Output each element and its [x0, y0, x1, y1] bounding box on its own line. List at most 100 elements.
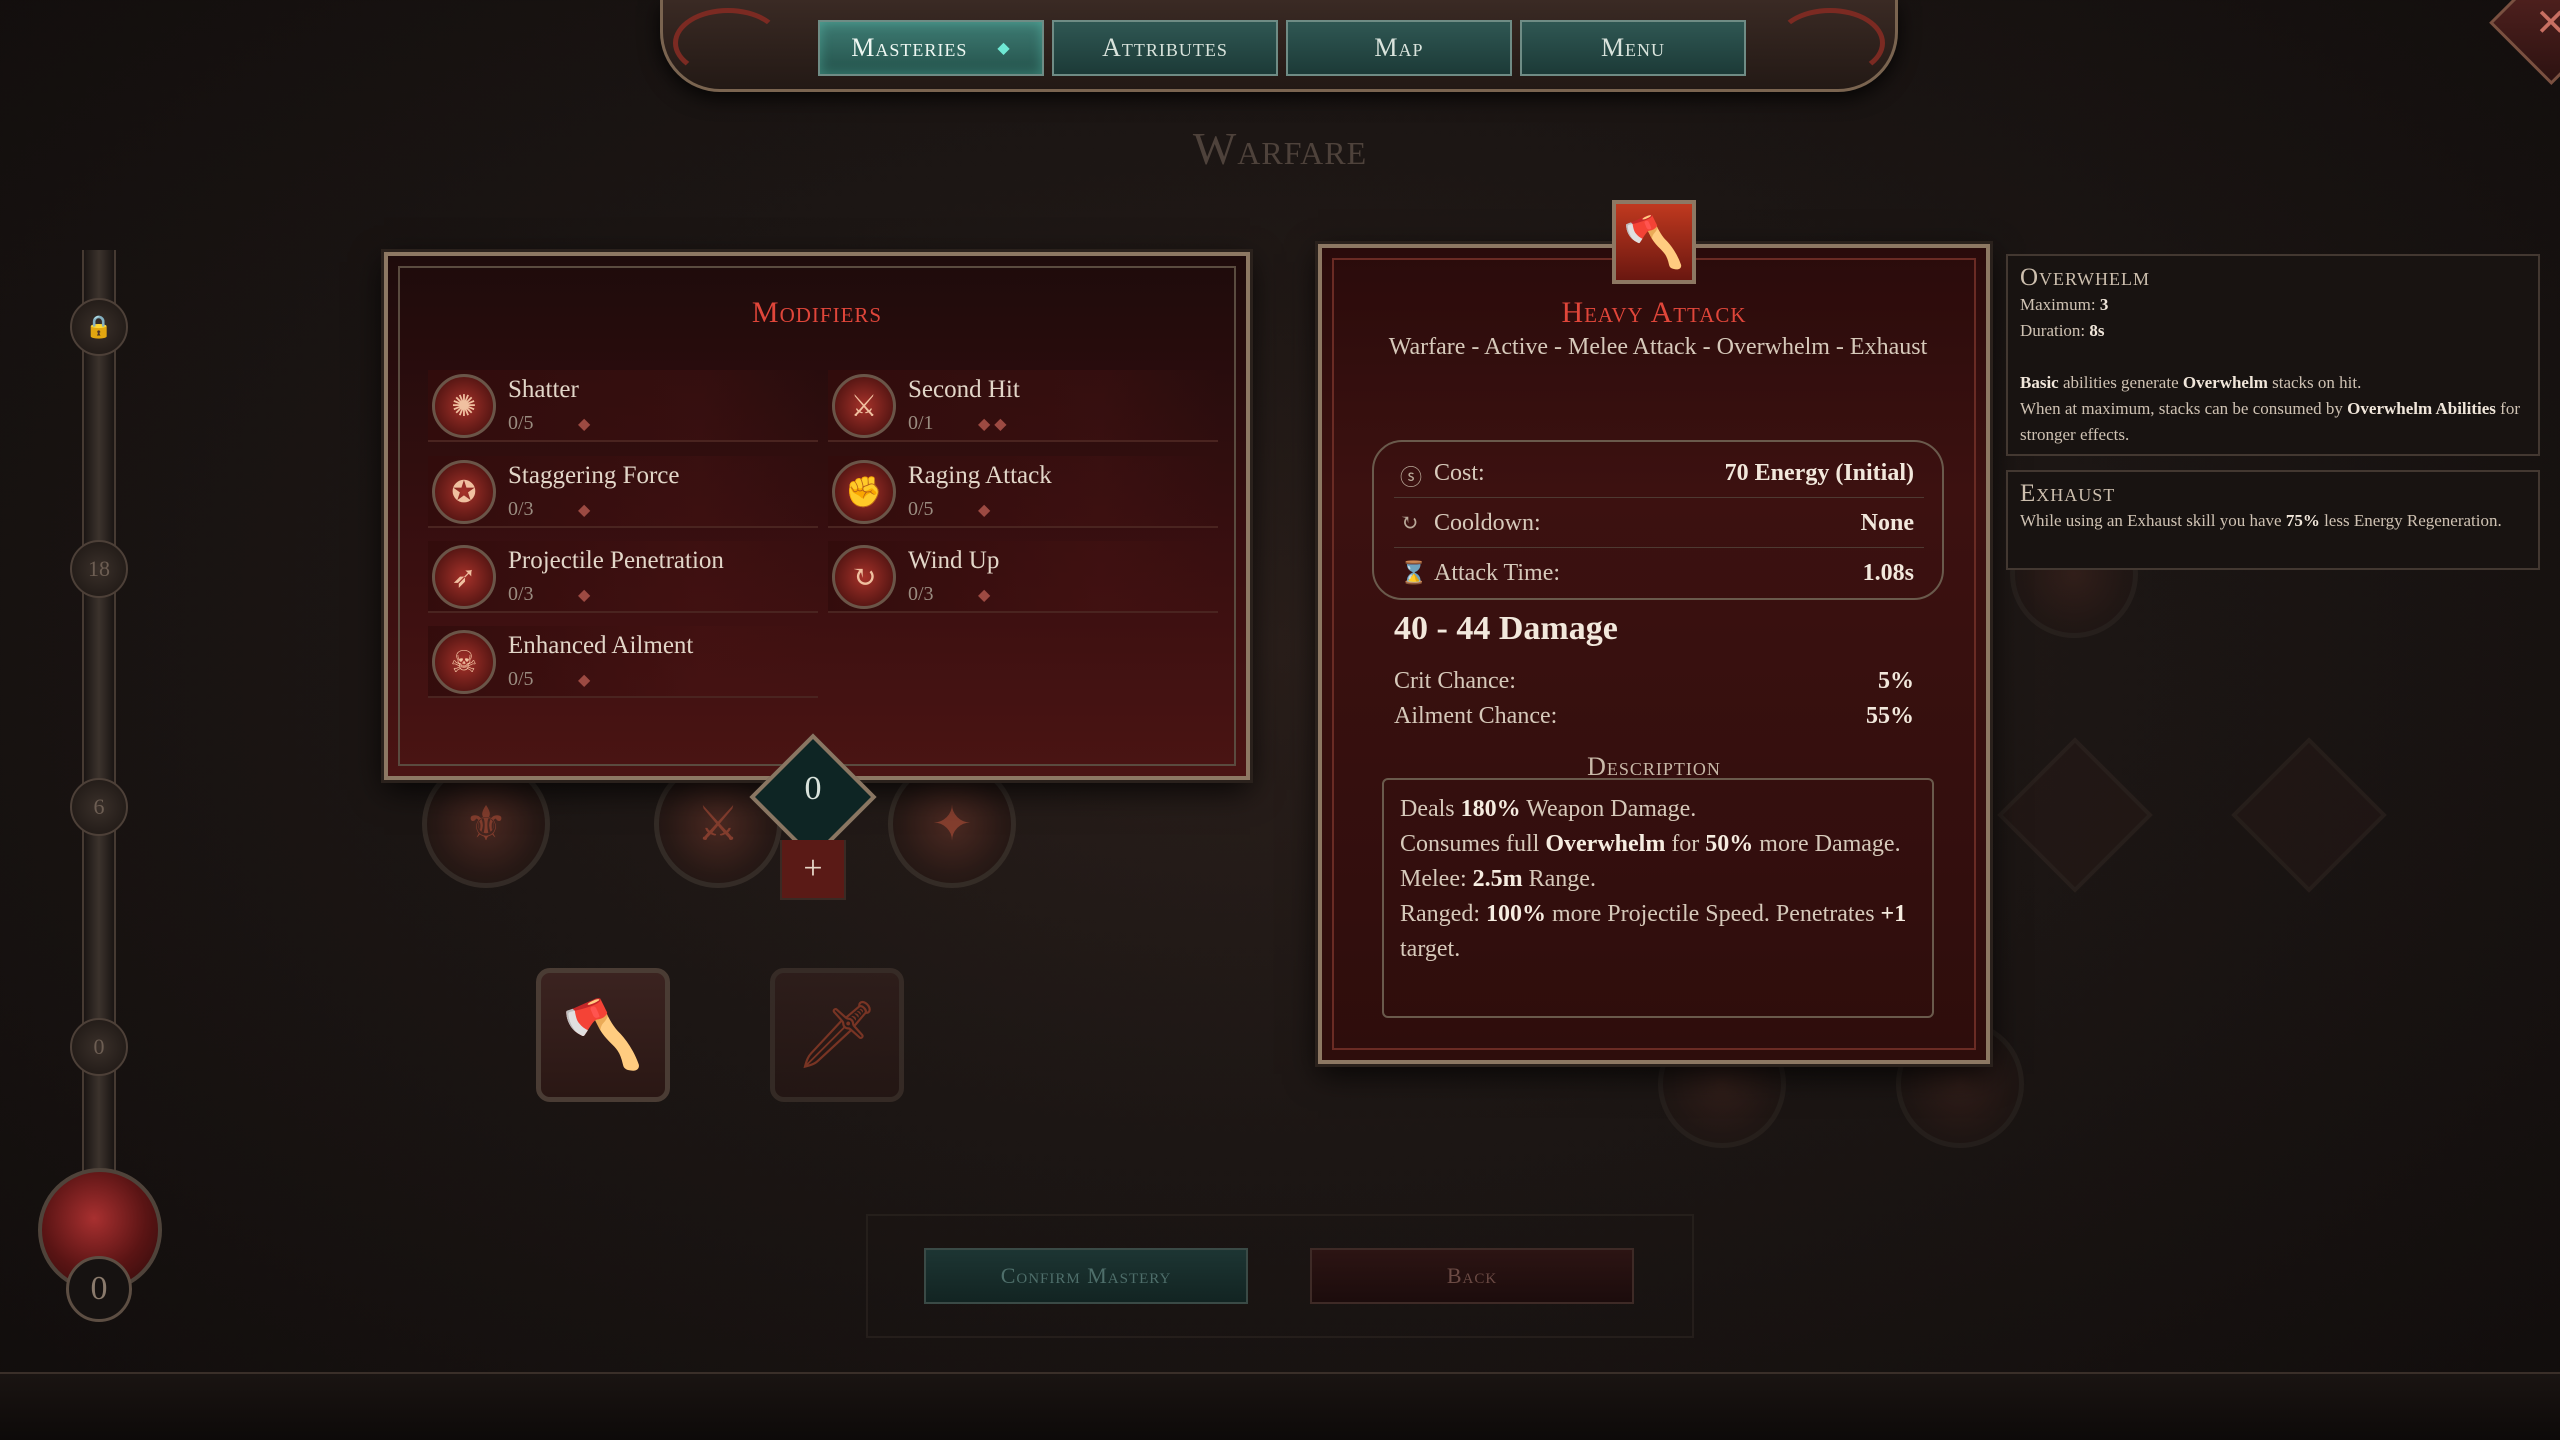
- tab-map[interactable]: Map: [1286, 20, 1512, 76]
- desc-highlight: Overwhelm Abilities: [2347, 399, 2496, 418]
- burst-icon: ✺: [432, 374, 496, 438]
- tab-map-label: Map: [1374, 33, 1424, 62]
- desc-text: more Damage.: [1753, 831, 1901, 857]
- ailment-icon: ☠: [432, 630, 496, 694]
- back-button[interactable]: Back: [1310, 1248, 1634, 1304]
- lock-icon: 🔒: [70, 298, 128, 356]
- tooltip-label: Duration:: [2020, 321, 2090, 340]
- axe-icon: 🪓: [561, 998, 645, 1072]
- skill-title: Heavy Attack: [1561, 296, 1747, 329]
- confirm-mastery-button[interactable]: Confirm Mastery: [924, 1248, 1248, 1304]
- tooltip-title: Exhaust: [2020, 480, 2116, 507]
- modifier-name: Second Hit: [908, 376, 1020, 403]
- tooltip-overwhelm: Overwhelm Maximum: 3 Duration: 8s Basic …: [2006, 254, 2540, 456]
- modifier-rank: 0/1: [908, 412, 934, 434]
- tab-attributes[interactable]: Attributes: [1052, 20, 1278, 76]
- tab-attributes-label: Attributes: [1102, 33, 1228, 62]
- modifier-name: Raging Attack: [908, 462, 1052, 489]
- modifier-rank: 0/5: [508, 412, 534, 434]
- ailment-label: Ailment Chance:: [1394, 703, 1558, 729]
- gem-cost-icon: ◆◆: [978, 416, 1011, 433]
- modifier-rank: 0/3: [908, 583, 934, 605]
- track-marker-0: 0: [70, 1018, 128, 1076]
- skill-node-blade[interactable]: 🗡: [770, 968, 904, 1102]
- tab-menu[interactable]: Menu: [1520, 20, 1746, 76]
- skill-node-icon: ⚔: [696, 798, 740, 851]
- stat-cooldown: ↻ Cooldown: None: [1394, 500, 1924, 548]
- modifier-name: Projectile Penetration: [508, 547, 724, 574]
- desc-text: Weapon Damage.: [1520, 796, 1697, 822]
- spiral-icon: ✪: [432, 460, 496, 524]
- heavy-attack-skill-node[interactable]: 🪓: [536, 968, 670, 1102]
- modifiers-panel: Modifiers ✺ Shatter 0/5 ◆ ⚔ Second Hit 0…: [384, 252, 1250, 780]
- skill-node-diamond-1[interactable]: [1997, 737, 2153, 893]
- desc-text: Deals: [1400, 796, 1461, 822]
- skill-description: Deals 180% Weapon Damage. Consumes full …: [1382, 778, 1934, 1018]
- tab-masteries[interactable]: Masteries ◆: [818, 20, 1044, 76]
- close-icon: ✕: [2535, 2, 2560, 45]
- gem-cost-icon: ◆: [578, 416, 595, 433]
- axe-icon: 🪓: [1612, 200, 1696, 284]
- modifier-shatter[interactable]: ✺ Shatter 0/5 ◆: [428, 370, 818, 442]
- tooltip-maximum: Maximum: 3: [2020, 292, 2526, 318]
- skill-damage: 40 - 44 Damage: [1394, 610, 1618, 647]
- desc-highlight: Basic: [2020, 373, 2059, 392]
- desc-line-1: Deals 180% Weapon Damage.: [1400, 792, 1916, 827]
- modifier-wind-up[interactable]: ↻ Wind Up 0/3 ◆: [828, 541, 1218, 613]
- skill-node-icon: ⚜: [464, 798, 508, 851]
- tooltip-text: While using an Exhaust skill you have 75…: [2020, 508, 2526, 534]
- modifier-enhanced-ailment[interactable]: ☠ Enhanced Ailment 0/5 ◆: [428, 626, 818, 698]
- strike-icon: ⚔: [832, 374, 896, 438]
- modifier-rank: 0/5: [508, 668, 534, 690]
- desc-highlight: 2.5m: [1472, 866, 1523, 892]
- gem-cost-icon: ◆: [978, 502, 995, 519]
- modifier-second-hit[interactable]: ⚔ Second Hit 0/1 ◆◆: [828, 370, 1218, 442]
- arrows-icon: ➶: [432, 545, 496, 609]
- bottom-bar: [0, 1372, 2560, 1440]
- top-nav-bar: Masteries ◆ Attributes Map Menu: [660, 0, 1898, 92]
- modifier-name: Staggering Force: [508, 462, 680, 489]
- desc-text: Ranged:: [1400, 901, 1486, 927]
- modifier-name: Shatter: [508, 376, 579, 403]
- gem-cost-icon: ◆: [578, 587, 595, 604]
- modifier-raging-attack[interactable]: ✊ Raging Attack 0/5 ◆: [828, 456, 1218, 528]
- stat-value: 1.08s: [1862, 560, 1914, 586]
- gem-cost-icon: ◆: [578, 502, 595, 519]
- skill-tags: Warfare - Active - Melee Attack - Overwh…: [1388, 334, 1928, 360]
- crit-value: 5%: [1878, 668, 1914, 694]
- desc-line-3: Melee: 2.5m Range.: [1400, 862, 1916, 897]
- desc-text: less Energy Regeneration.: [2319, 511, 2502, 530]
- modifier-staggering-force[interactable]: ✪ Staggering Force 0/3 ◆: [428, 456, 818, 528]
- energy-icon: ⓢ: [1400, 465, 1423, 490]
- modifier-name: Enhanced Ailment: [508, 632, 694, 659]
- cooldown-icon: ↻: [1400, 510, 1419, 535]
- skill-detail-panel: Heavy Attack Warfare - Active - Melee At…: [1318, 244, 1990, 1064]
- add-point-button[interactable]: +: [780, 840, 846, 900]
- modifier-points-value: 0: [804, 770, 822, 807]
- close-button[interactable]: ✕: [2489, 0, 2560, 86]
- crit-label: Crit Chance:: [1394, 668, 1516, 694]
- tab-masteries-label: Masteries: [851, 33, 968, 62]
- ailment-chance-row: Ailment Chance: 55%: [1394, 703, 1914, 730]
- stat-value: None: [1860, 510, 1914, 536]
- stat-label: Cost:: [1434, 460, 1485, 486]
- desc-highlight: 100%: [1485, 901, 1546, 927]
- modifier-rank: 0/3: [508, 583, 534, 605]
- desc-text: for: [1665, 831, 1706, 857]
- modifier-rank: 0/3: [508, 498, 534, 520]
- page-title: Warfare: [1192, 123, 1368, 174]
- mastery-points-count: 0: [66, 1256, 132, 1322]
- ornament-left: [673, 8, 783, 78]
- modifier-projectile-penetration[interactable]: ➶ Projectile Penetration 0/3 ◆: [428, 541, 818, 613]
- track-marker-18: 18: [70, 540, 128, 598]
- desc-highlight: Overwhelm: [1545, 831, 1666, 857]
- skill-node-diamond-2[interactable]: [2231, 737, 2387, 893]
- modifier-name: Wind Up: [908, 547, 1000, 574]
- desc-highlight: +1: [1880, 901, 1907, 927]
- desc-line-4: Ranged: 100% more Projectile Speed. Pene…: [1400, 897, 1916, 967]
- desc-text: Melee:: [1400, 866, 1473, 892]
- desc-highlight: 180%: [1460, 796, 1521, 822]
- stat-attack-time: ⌛ Attack Time: 1.08s: [1394, 550, 1924, 598]
- tooltip-text: When at maximum, stacks can be consumed …: [2020, 396, 2526, 448]
- desc-highlight: 50%: [1705, 831, 1754, 857]
